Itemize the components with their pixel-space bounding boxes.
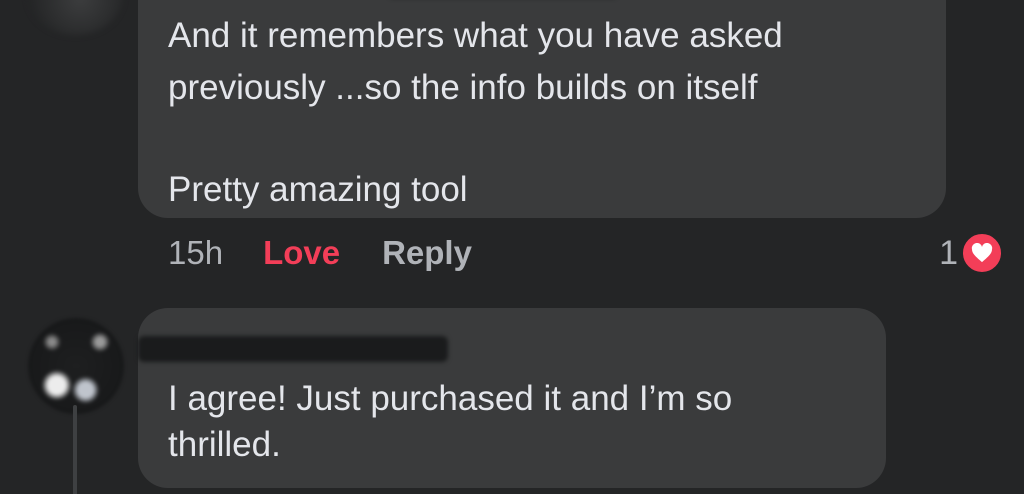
comment-text-line: previously ...so the info builds on itse… [168, 68, 758, 107]
comment-timestamp[interactable]: 15h [168, 234, 223, 272]
avatar[interactable] [28, 318, 124, 414]
comment-bubble[interactable]: I agree! Just purchased it and I’m so th… [138, 308, 886, 488]
comment-thread: And it remembers what you have asked pre… [0, 0, 1024, 494]
reaction-summary[interactable]: 1 [939, 230, 1004, 276]
reaction-count: 1 [939, 233, 958, 272]
redacted-author-name [138, 336, 448, 362]
reply-button[interactable]: Reply [382, 234, 472, 272]
love-reaction-button[interactable]: Love [263, 234, 340, 272]
thread-connector-line [73, 405, 77, 494]
comment-text-line: thrilled. [168, 425, 281, 464]
comment-text-line: I agree! Just purchased it and I’m so [168, 379, 733, 418]
heart-icon [960, 231, 1004, 275]
comment-bubble[interactable]: And it remembers what you have asked pre… [138, 0, 946, 218]
comment-actions: 15h Love Reply [168, 230, 472, 276]
comment-text-line: And it remembers what you have asked [168, 16, 783, 55]
avatar[interactable] [28, 0, 123, 35]
comment-text-line: Pretty amazing tool [168, 170, 468, 209]
